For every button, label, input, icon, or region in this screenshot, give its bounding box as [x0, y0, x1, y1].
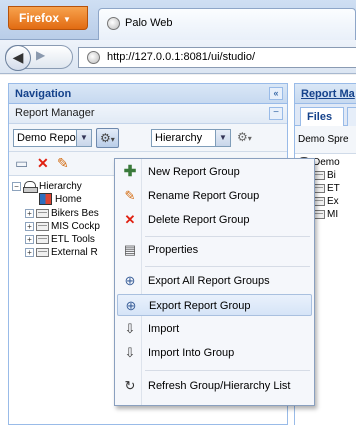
tree-node-label: MI	[327, 209, 339, 220]
report-panel-title: Report Ma	[301, 88, 355, 100]
menu-item-label: Import Into Group	[148, 347, 235, 359]
group-selector-row: Demo Reports ▼ ⚙▾ Hierarchy ▼ ⚙▾	[9, 124, 287, 152]
report-panel-header: Report Ma	[295, 84, 356, 104]
expand-node-icon[interactable]: +	[25, 208, 34, 218]
chevron-down-icon: ▼	[63, 15, 71, 24]
menu-item-label: Properties	[148, 244, 199, 256]
report-tabs: Files	[295, 104, 356, 126]
menu-item-export-all[interactable]: ⊕ Export All Report Groups	[117, 270, 312, 292]
firefox-menu-button[interactable]: Firefox ▼	[8, 6, 88, 30]
firefox-menu-label: Firefox	[19, 11, 60, 25]
browser-tab-bar: Firefox ▼ Palo Web	[0, 0, 356, 40]
report-folder-select[interactable]: Demo Spre	[295, 126, 356, 154]
view-mode-value: Hierarchy	[155, 132, 203, 144]
menu-item-label: Refresh Group/Hierarchy List	[148, 380, 291, 392]
browser-navigation-bar: ◀ ▶ http://127.0.0.1:8081/ui/studio/	[0, 40, 356, 74]
tree-node-label: Demo	[313, 157, 340, 168]
menu-item-label: New Report Group	[148, 166, 240, 178]
properties-icon: ▤	[123, 242, 137, 257]
delete-icon[interactable]: ✕	[37, 155, 49, 171]
page-favicon-icon	[107, 17, 120, 30]
hierarchy-icon	[23, 180, 38, 193]
menu-item-import-into-group[interactable]: ⇩ Import Into Group	[117, 342, 312, 364]
refresh-icon: ↻	[124, 378, 136, 393]
minimize-icon[interactable]: −	[269, 107, 283, 120]
report-folder-value: Demo Spre	[298, 134, 349, 145]
folder-icon	[36, 221, 49, 231]
menu-item-export-report-group[interactable]: ⊕ Export Report Group	[117, 294, 312, 316]
menu-item-properties[interactable]: ▤ Properties	[117, 239, 312, 261]
tree-node-label: Hierarchy	[39, 181, 82, 192]
import-icon: ⇩	[124, 345, 136, 360]
folder-icon	[36, 234, 49, 244]
url-bar[interactable]: http://127.0.0.1:8081/ui/studio/	[78, 47, 356, 68]
report-manager-title: Report Manager	[15, 107, 95, 119]
delete-icon: ✕	[124, 212, 136, 227]
collapse-node-icon[interactable]: −	[12, 181, 21, 191]
tab-files[interactable]: Files	[300, 107, 344, 126]
menu-item-import[interactable]: ⇩ Import	[117, 318, 312, 340]
globe-icon: ⊕	[124, 273, 136, 288]
history-buttons: ◀ ▶	[5, 45, 73, 71]
tree-node-label: ET	[327, 183, 340, 194]
view-mode-select[interactable]: Hierarchy ▼	[151, 129, 231, 147]
expand-node-icon[interactable]: +	[25, 247, 34, 257]
tree-node-label: External R	[51, 247, 98, 258]
rename-icon[interactable]: ✎	[57, 155, 69, 171]
menu-item-delete-report-group[interactable]: ✕ Delete Report Group	[117, 209, 312, 231]
back-arrow-icon[interactable]: ◀	[5, 45, 31, 71]
rename-icon: ✎	[124, 188, 136, 203]
home-report-icon	[39, 193, 52, 206]
navigation-panel-header: Navigation «	[9, 84, 287, 104]
plus-icon: ✚	[123, 163, 137, 180]
tree-node-label: Bi	[327, 170, 336, 181]
group-actions-button[interactable]: ⚙▾	[96, 128, 119, 148]
folder-icon	[36, 208, 49, 218]
menu-separator	[145, 266, 310, 267]
globe-icon: ⊕	[125, 298, 137, 313]
menu-separator	[145, 236, 310, 237]
forward-arrow-icon[interactable]: ▶	[36, 48, 45, 62]
chevron-down-icon[interactable]: ▼	[76, 130, 91, 146]
browser-tab[interactable]: Palo Web	[98, 8, 356, 40]
menu-item-rename-report-group[interactable]: ✎ Rename Report Group	[117, 185, 312, 207]
site-identity-icon[interactable]	[87, 51, 100, 64]
tab-second[interactable]	[347, 107, 356, 126]
hierarchy-actions-button[interactable]: ⚙▾	[237, 128, 252, 148]
report-manager-header[interactable]: Report Manager −	[9, 104, 287, 124]
menu-item-new-report-group[interactable]: ✚ New Report Group	[117, 161, 312, 183]
menu-separator	[145, 370, 310, 371]
group-context-menu: ✚ New Report Group ✎ Rename Report Group…	[114, 158, 315, 406]
menu-item-label: Rename Report Group	[148, 190, 260, 202]
menu-item-label: Delete Report Group	[148, 214, 250, 226]
navigation-title: Navigation	[15, 88, 72, 100]
new-folder-icon[interactable]: ▭	[15, 155, 28, 171]
url-text: http://127.0.0.1:8081/ui/studio/	[107, 51, 256, 63]
tab-title: Palo Web	[125, 17, 173, 29]
tree-node-label: Ex	[327, 196, 339, 207]
menu-item-refresh[interactable]: ↻ Refresh Group/Hierarchy List	[117, 375, 312, 397]
tree-node-label: Bikers Bes	[51, 208, 99, 219]
expand-node-icon[interactable]: +	[25, 234, 34, 244]
menu-item-label: Export Report Group	[149, 300, 251, 312]
chevron-down-icon[interactable]: ▼	[215, 130, 230, 146]
expand-node-icon[interactable]: +	[25, 221, 34, 231]
collapse-panel-icon[interactable]: «	[269, 87, 283, 100]
menu-item-label: Export All Report Groups	[148, 275, 270, 287]
menu-item-label: Import	[148, 323, 180, 335]
import-icon: ⇩	[124, 321, 136, 336]
tree-node-label: Home	[55, 194, 82, 205]
tree-node-label: MIS Cockp	[51, 221, 100, 232]
tree-node-label: ETL Tools	[51, 234, 95, 245]
report-group-select[interactable]: Demo Reports ▼	[13, 129, 92, 147]
folder-icon	[36, 247, 49, 257]
